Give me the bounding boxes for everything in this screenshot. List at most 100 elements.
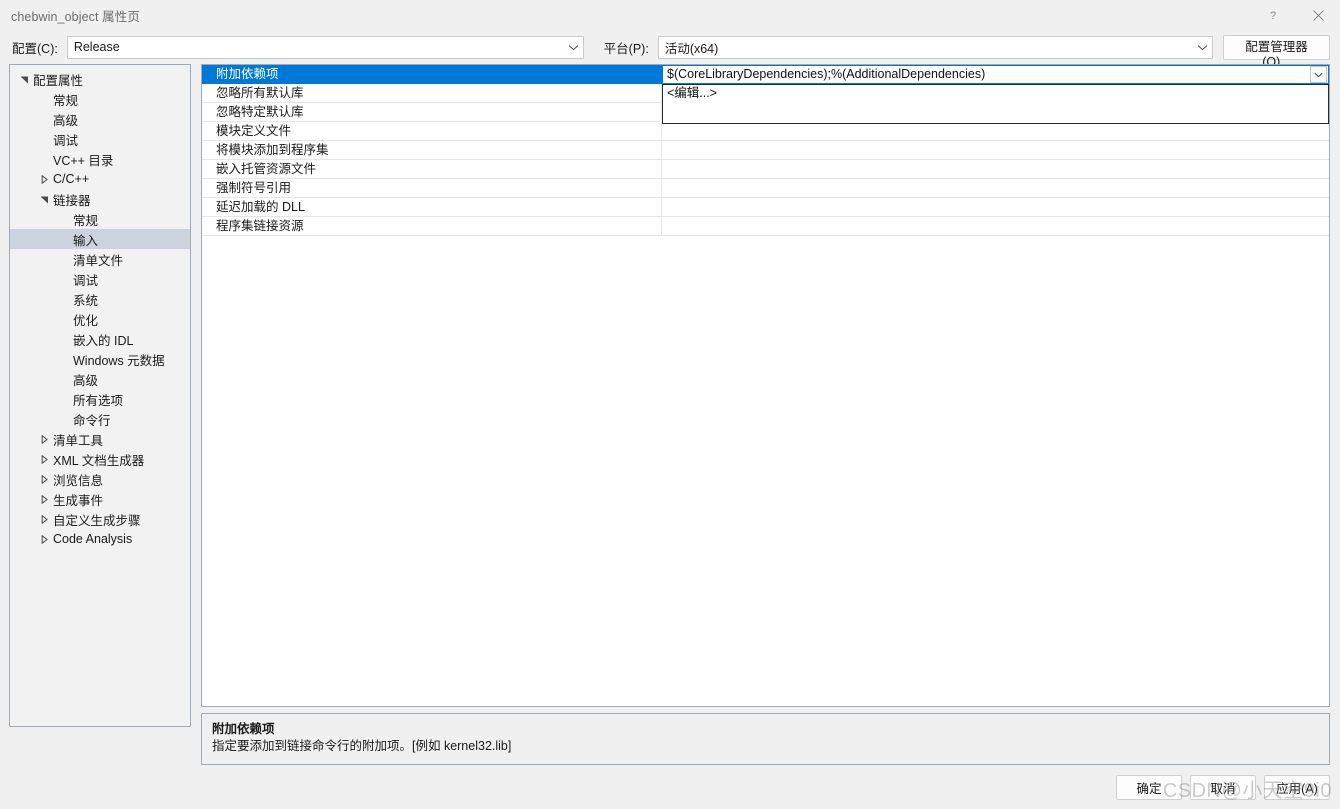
- chevron-down-icon: [1194, 44, 1212, 51]
- value-dropdown-list[interactable]: <编辑...>: [662, 84, 1329, 124]
- tree-item[interactable]: 所有选项: [10, 389, 190, 409]
- tree-item-label: C/C++: [53, 172, 90, 186]
- property-name: 将模块添加到程序集: [202, 140, 662, 160]
- property-name: 模块定义文件: [202, 121, 662, 141]
- property-name: 嵌入托管资源文件: [202, 159, 662, 179]
- property-name: 程序集链接资源: [202, 216, 662, 236]
- tree-item[interactable]: 常规: [10, 89, 190, 109]
- platform-value: 活动(x64): [664, 41, 719, 56]
- close-icon[interactable]: [1296, 0, 1340, 30]
- tree-item-label: XML 文档生成器: [53, 453, 145, 468]
- property-row[interactable]: 延迟加载的 DLL: [202, 197, 1329, 217]
- tree-item-label: 链接器: [53, 193, 91, 208]
- additional-dependencies-value: $(CoreLibraryDependencies);%(AdditionalD…: [667, 67, 986, 81]
- configuration-value: Release: [73, 40, 120, 54]
- tree-item[interactable]: 链接器: [10, 189, 190, 209]
- tree-item-label: 命令行: [73, 413, 111, 428]
- property-row[interactable]: 嵌入托管资源文件: [202, 159, 1329, 179]
- configuration-label: 配置(C):: [12, 41, 58, 56]
- tree-item[interactable]: 优化: [10, 309, 190, 329]
- tree-item[interactable]: XML 文档生成器: [10, 449, 190, 469]
- cancel-button[interactable]: 取消: [1190, 774, 1256, 800]
- tree-item-label: 调试: [53, 133, 79, 148]
- help-icon[interactable]: ?: [1252, 0, 1296, 30]
- tree-item-label: 自定义生成步骤: [53, 513, 141, 528]
- chevron-down-icon: [565, 44, 583, 51]
- property-value[interactable]: [662, 179, 1329, 198]
- tree-item[interactable]: 浏览信息: [10, 469, 190, 489]
- property-row[interactable]: 模块定义文件: [202, 121, 1329, 141]
- tree-item[interactable]: 输入: [10, 229, 190, 249]
- tree-item-label: Code Analysis: [53, 532, 133, 546]
- tree-item-label: 调试: [73, 273, 99, 288]
- chevron-expanded-icon[interactable]: [36, 195, 52, 204]
- tree-item[interactable]: 配置属性: [10, 69, 190, 89]
- tree-item-label: Windows 元数据: [73, 353, 165, 368]
- tree-item[interactable]: 调试: [10, 129, 190, 149]
- property-row[interactable]: 将模块添加到程序集: [202, 140, 1329, 160]
- property-value[interactable]: [662, 141, 1329, 160]
- chevron-down-icon[interactable]: [1310, 66, 1327, 83]
- ok-button[interactable]: 确定: [1116, 774, 1182, 800]
- property-row[interactable]: 强制符号引用: [202, 178, 1329, 198]
- chevron-expanded-icon[interactable]: [16, 75, 32, 84]
- description-title: 附加依赖项: [212, 722, 275, 736]
- property-value[interactable]: [662, 198, 1329, 217]
- description-text: 指定要添加到链接命令行的附加项。[例如 kernel32.lib]: [212, 739, 512, 753]
- tree-item[interactable]: 常规: [10, 209, 190, 229]
- property-name: 附加依赖项: [202, 65, 662, 84]
- chevron-collapsed-icon[interactable]: [36, 494, 52, 504]
- property-value[interactable]: [662, 217, 1329, 236]
- tree-item[interactable]: 系统: [10, 289, 190, 309]
- apply-button[interactable]: 应用(A): [1264, 774, 1330, 800]
- chevron-collapsed-icon[interactable]: [36, 534, 52, 544]
- tree-item[interactable]: 清单工具: [10, 429, 190, 449]
- tree-item-label: 系统: [73, 293, 99, 308]
- tree-item[interactable]: 调试: [10, 269, 190, 289]
- tree-item[interactable]: 自定义生成步骤: [10, 509, 190, 529]
- tree-item[interactable]: 嵌入的 IDL: [10, 329, 190, 349]
- platform-label: 平台(P):: [603, 41, 649, 56]
- tree-item-label: 浏览信息: [53, 473, 104, 488]
- title-bar: chebwin_object 属性页 ?: [0, 0, 1340, 30]
- property-tree[interactable]: 配置属性 常规 高级 调试 VC++ 目录 C/C++ 链接器 常规 输入 清单文件 调试 系统 优化嵌…: [9, 64, 191, 727]
- tree-item-label: 配置属性: [33, 73, 84, 88]
- tree-item[interactable]: 清单文件: [10, 249, 190, 269]
- description-pane: 附加依赖项 指定要添加到链接命令行的附加项。[例如 kernel32.lib]: [201, 713, 1330, 765]
- dialog-footer: 确定 取消 应用(A): [0, 765, 1340, 809]
- right-panel: 附加依赖项 忽略所有默认库 忽略特定默认库 模块定义文件 将模块添加到程序集 嵌入托管资源…: [201, 64, 1330, 765]
- svg-text:?: ?: [1270, 10, 1276, 22]
- tree-item[interactable]: 高级: [10, 109, 190, 129]
- chevron-collapsed-icon[interactable]: [36, 474, 52, 484]
- tree-item[interactable]: 命令行: [10, 409, 190, 429]
- configuration-bar: 配置(C): Release 平台(P): 活动(x64) 配置管理器(O)..…: [0, 30, 1340, 69]
- tree-item-label: 高级: [53, 113, 79, 128]
- chevron-collapsed-icon[interactable]: [36, 434, 52, 444]
- tree-item-label: 输入: [73, 233, 99, 248]
- tree-item-label: VC++ 目录: [53, 153, 114, 168]
- property-grid[interactable]: 附加依赖项 忽略所有默认库 忽略特定默认库 模块定义文件 将模块添加到程序集 嵌入托管资源…: [201, 64, 1330, 707]
- tree-item[interactable]: 生成事件: [10, 489, 190, 509]
- additional-dependencies-editor[interactable]: $(CoreLibraryDependencies);%(AdditionalD…: [662, 65, 1329, 84]
- property-row[interactable]: 程序集链接资源: [202, 216, 1329, 236]
- configuration-combo[interactable]: Release: [66, 35, 584, 59]
- property-name: 延迟加载的 DLL: [202, 197, 662, 217]
- property-value[interactable]: [662, 160, 1329, 179]
- tree-item[interactable]: 高级: [10, 369, 190, 389]
- tree-item-label: 常规: [73, 213, 99, 228]
- property-value[interactable]: [662, 122, 1329, 141]
- dialog-body: 配置属性 常规 高级 调试 VC++ 目录 C/C++ 链接器 常规 输入 清单文件 调试 系统 优化嵌…: [0, 64, 1340, 765]
- tree-item[interactable]: Windows 元数据: [10, 349, 190, 369]
- dropdown-item-edit[interactable]: <编辑...>: [663, 85, 1328, 103]
- chevron-collapsed-icon[interactable]: [36, 514, 52, 524]
- property-name: 忽略所有默认库: [202, 83, 662, 103]
- property-name: 忽略特定默认库: [202, 102, 662, 122]
- tree-item-label: 清单工具: [53, 433, 104, 448]
- tree-item[interactable]: C/C++: [10, 169, 190, 189]
- configuration-manager-button[interactable]: 配置管理器(O)...: [1222, 34, 1330, 69]
- tree-item[interactable]: VC++ 目录: [10, 149, 190, 169]
- tree-item[interactable]: Code Analysis: [10, 529, 190, 549]
- chevron-collapsed-icon[interactable]: [36, 174, 52, 184]
- chevron-collapsed-icon[interactable]: [36, 454, 52, 464]
- platform-combo[interactable]: 活动(x64): [657, 35, 1213, 59]
